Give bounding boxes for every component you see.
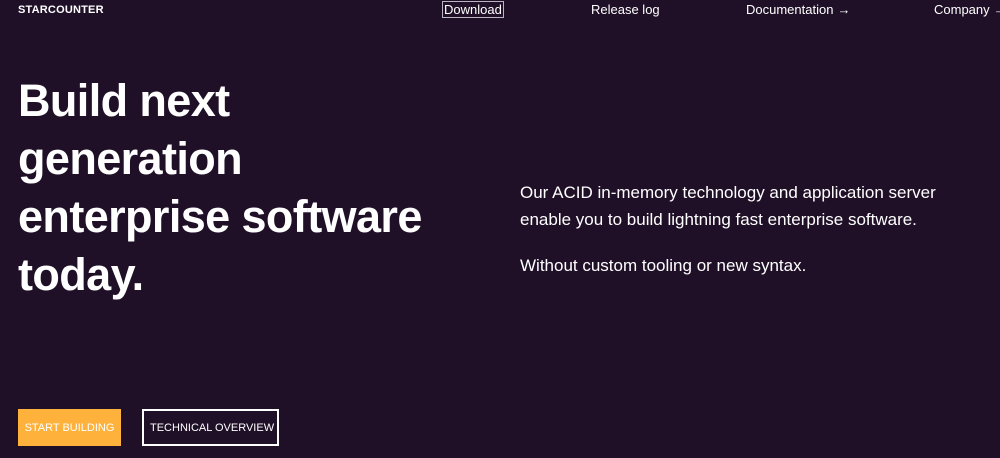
external-arrow-icon: → <box>837 2 851 17</box>
nav-documentation-label: Documentation <box>746 2 834 17</box>
hero-title-line-3: enterprise software <box>18 191 422 242</box>
hero-title-line-2: generation <box>18 133 243 184</box>
nav-release-log-label: Release log <box>591 2 660 17</box>
hero-description-main: Our ACID in-memory technology and applic… <box>520 183 936 229</box>
nav-download-link[interactable]: Download <box>442 1 504 18</box>
nav-download-label: Download <box>444 2 502 17</box>
hero-title-line-1: Build next <box>18 75 230 126</box>
technical-overview-button[interactable]: TECHNICAL OVERVIEW <box>142 409 279 446</box>
hero-description-secondary: Without custom tooling or new syntax. <box>520 256 807 275</box>
hero-title: Build next generation enterprise softwar… <box>18 72 488 304</box>
starcounter-logo[interactable]: STARCOUNTER <box>18 4 104 16</box>
nav-company-label: Company <box>934 2 990 17</box>
nav-company-link[interactable]: Company → <box>934 2 1000 17</box>
top-navigation: STARCOUNTER Download Release log Documen… <box>0 0 1000 22</box>
start-building-button[interactable]: START BUILDING <box>18 409 121 446</box>
nav-release-log-link[interactable]: Release log <box>591 2 660 17</box>
external-arrow-icon: → <box>994 2 1000 17</box>
nav-documentation-link[interactable]: Documentation → <box>746 2 850 17</box>
hero-description: Our ACID in-memory technology and applic… <box>520 179 940 279</box>
hero-title-line-4: today. <box>18 249 144 300</box>
